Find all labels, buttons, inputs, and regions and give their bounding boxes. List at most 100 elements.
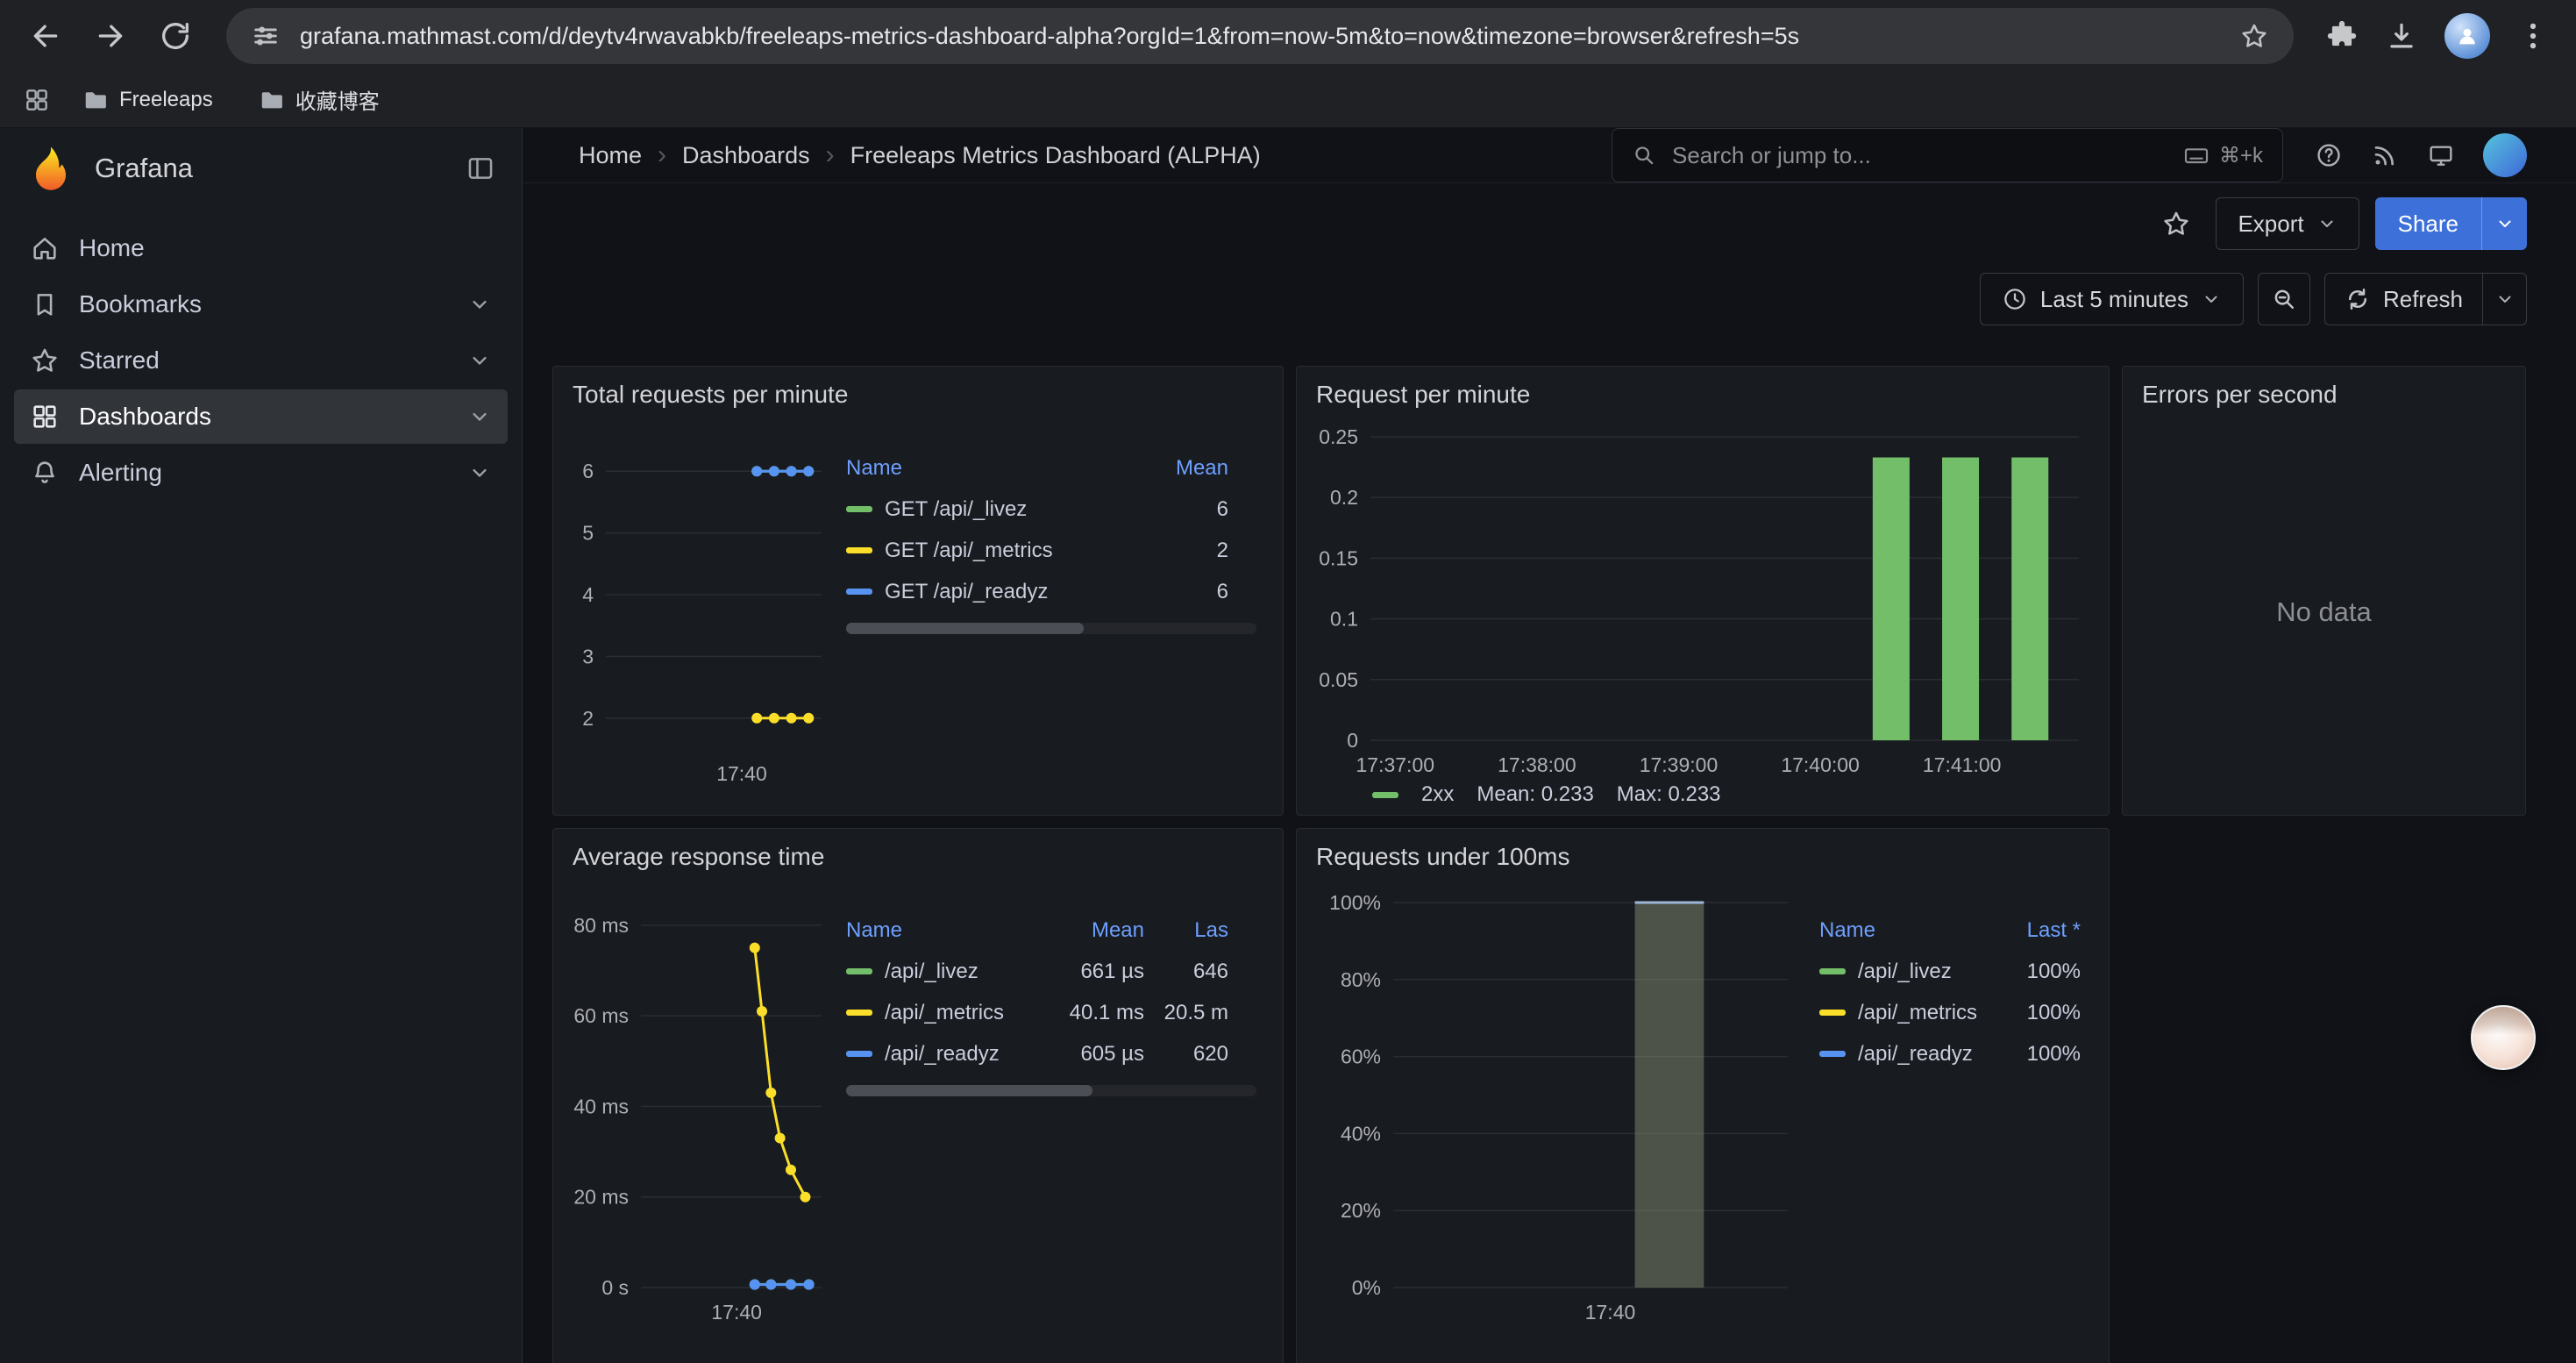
extensions-icon[interactable] xyxy=(2325,19,2359,53)
panel-title[interactable]: Average response time xyxy=(553,829,1283,871)
panel-title[interactable]: Request per minute xyxy=(1297,367,2109,409)
series-point xyxy=(765,1088,776,1098)
legend-scrollbar[interactable] xyxy=(846,1085,1256,1096)
bookmark-folder-freeleaps[interactable]: Freeleaps xyxy=(68,80,227,120)
series-color-dash[interactable] xyxy=(846,968,872,974)
legend-col-header[interactable]: Mean xyxy=(1149,456,1228,481)
series-name[interactable]: /api/_readyz xyxy=(1858,1042,1973,1067)
series-color-dash[interactable] xyxy=(846,506,872,512)
refresh-button[interactable]: Refresh xyxy=(2325,274,2482,325)
legend-value: 40.1 ms xyxy=(1028,1001,1144,1025)
x-axis-label: 17:40 xyxy=(711,1301,762,1324)
legend-scrollbar[interactable] xyxy=(846,623,1256,634)
bookmark-icon xyxy=(30,289,60,319)
series-point xyxy=(786,1280,796,1290)
panel-title[interactable]: Total requests per minute xyxy=(553,367,1283,409)
legend-value: 20.5 m xyxy=(1144,1001,1228,1025)
series-color-dash[interactable] xyxy=(1819,1010,1846,1016)
series-name[interactable]: GET /api/_metrics xyxy=(885,539,1053,563)
monitor-icon[interactable] xyxy=(2427,141,2455,169)
forward-button[interactable] xyxy=(82,8,139,64)
series-color-dash[interactable] xyxy=(1372,792,1398,798)
search-placeholder: Search or jump to... xyxy=(1672,142,2167,169)
refresh-interval-button[interactable] xyxy=(2482,274,2526,325)
legend-value: 620 xyxy=(1144,1042,1228,1067)
chevron-down-icon[interactable] xyxy=(467,404,492,429)
series-color-dash[interactable] xyxy=(1819,968,1846,974)
chevron-down-icon[interactable] xyxy=(467,348,492,373)
chevron-down-icon[interactable] xyxy=(467,292,492,317)
legend-col-header[interactable]: Name xyxy=(846,456,1149,481)
star-icon xyxy=(30,346,60,375)
chevron-down-icon[interactable] xyxy=(467,460,492,485)
share-label[interactable]: Share xyxy=(2375,197,2481,250)
back-button[interactable] xyxy=(18,8,74,64)
search-input[interactable]: Search or jump to... ⌘+k xyxy=(1612,128,2283,182)
y-axis-label: 0% xyxy=(1352,1276,1381,1299)
sidebar-item-home[interactable]: Home xyxy=(14,221,508,275)
zoom-out-button[interactable] xyxy=(2258,273,2310,325)
legend-col-header[interactable]: Las xyxy=(1144,918,1228,943)
series-line xyxy=(755,948,806,1197)
series-color-dash[interactable] xyxy=(846,1010,872,1016)
series-color-dash[interactable] xyxy=(846,589,872,595)
breadcrumb-dashboards[interactable]: Dashboards xyxy=(682,142,810,169)
assistant-avatar-overlay[interactable] xyxy=(2471,1005,2536,1070)
breadcrumb-home[interactable]: Home xyxy=(579,142,642,169)
panel-requests-under-100ms: Requests under 100ms 0%20%40%60%80%100%1… xyxy=(1296,828,2110,1363)
series-name[interactable]: /api/_livez xyxy=(1858,960,1952,984)
x-axis-label: 17:40 xyxy=(1585,1301,1636,1324)
legend-scrollbar-thumb[interactable] xyxy=(846,623,1084,634)
url-text[interactable]: grafana.mathmast.com/d/deytv4rwavabkb/fr… xyxy=(300,23,2220,50)
browser-menu-icon[interactable] xyxy=(2516,19,2550,53)
downloads-icon[interactable] xyxy=(2385,19,2418,53)
sidebar-item-starred[interactable]: Starred xyxy=(14,333,508,388)
user-avatar[interactable] xyxy=(2483,133,2527,177)
series-name[interactable]: /api/_metrics xyxy=(1858,1001,1977,1025)
apps-grid-icon[interactable] xyxy=(23,86,51,114)
legend-col-header[interactable]: Name xyxy=(1819,918,1982,943)
panel-title[interactable]: Requests under 100ms xyxy=(1297,829,2109,871)
series-point xyxy=(765,1280,776,1290)
bell-icon xyxy=(30,458,60,488)
profile-avatar[interactable] xyxy=(2444,13,2490,59)
y-axis-label: 40% xyxy=(1341,1122,1381,1145)
reload-button[interactable] xyxy=(147,8,203,64)
series-name[interactable]: /api/_metrics xyxy=(885,1001,1004,1025)
legend-table: NameLast */api/_livez100%/api/_metrics10… xyxy=(1819,910,2091,1363)
favorite-dashboard-button[interactable] xyxy=(2153,200,2200,247)
series-color-dash[interactable] xyxy=(1819,1051,1846,1057)
series-name[interactable]: /api/_readyz xyxy=(885,1042,1000,1067)
series-name[interactable]: GET /api/_readyz xyxy=(885,580,1048,604)
help-icon[interactable] xyxy=(2315,141,2343,169)
legend-value: 6 xyxy=(1149,580,1228,604)
bookmark-star-icon[interactable] xyxy=(2239,21,2269,51)
y-axis-label: 0.2 xyxy=(1330,486,1358,509)
legend-row: /api/_livez661 µs646 xyxy=(846,951,1265,992)
collapse-sidebar-button[interactable] xyxy=(466,153,495,183)
panel-title[interactable]: Errors per second xyxy=(2123,367,2525,409)
legend-col-header[interactable]: Last * xyxy=(1982,918,2081,943)
series-name[interactable]: /api/_livez xyxy=(885,960,978,984)
share-button[interactable]: Share xyxy=(2375,197,2527,250)
share-menu-button[interactable] xyxy=(2481,197,2527,250)
legend-col-header[interactable]: Name xyxy=(846,918,1028,943)
sidebar-item-bookmarks[interactable]: Bookmarks xyxy=(14,277,508,332)
legend-col-header[interactable]: Mean xyxy=(1028,918,1144,943)
time-range-picker[interactable]: Last 5 minutes xyxy=(1980,273,2244,325)
series-color-dash[interactable] xyxy=(846,1051,872,1057)
series-color-dash[interactable] xyxy=(846,547,872,553)
legend-scrollbar-thumb[interactable] xyxy=(846,1085,1092,1096)
grafana-logo[interactable] xyxy=(26,144,75,193)
export-button[interactable]: Export xyxy=(2216,197,2359,250)
sidebar-item-alerting[interactable]: Alerting xyxy=(14,446,508,500)
bookmark-folder-blogs[interactable]: 收藏博客 xyxy=(245,77,394,122)
brand-name[interactable]: Grafana xyxy=(95,153,193,184)
series-name[interactable]: 2xx xyxy=(1421,782,1454,807)
url-bar[interactable]: grafana.mathmast.com/d/deytv4rwavabkb/fr… xyxy=(226,8,2294,64)
clock-icon xyxy=(2002,286,2028,312)
series-name[interactable]: GET /api/_livez xyxy=(885,497,1027,522)
rss-icon[interactable] xyxy=(2371,141,2399,169)
sidebar-item-dashboards[interactable]: Dashboards xyxy=(14,389,508,444)
site-settings-icon[interactable] xyxy=(251,21,281,51)
